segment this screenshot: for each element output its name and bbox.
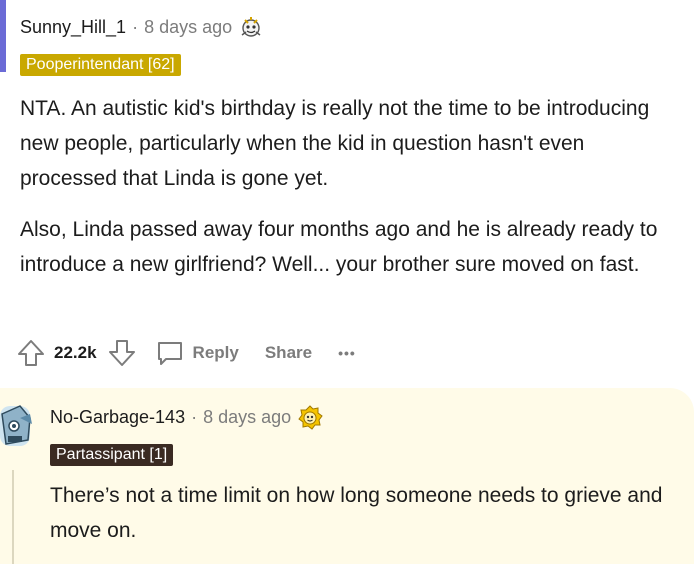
comment-1: Sunny_Hill_1 · 8 days ago Pooperintendan… — [20, 14, 680, 76]
comment-bubble-icon — [155, 339, 185, 367]
author-name[interactable]: Sunny_Hill_1 — [20, 15, 126, 39]
comment-meta: No-Garbage-143 · 8 days ago — [50, 404, 670, 430]
meta-separator: · — [191, 407, 198, 427]
comment-meta: Sunny_Hill_1 · 8 days ago — [20, 14, 680, 40]
thread-line[interactable] — [12, 470, 14, 564]
share-button[interactable]: Share — [257, 343, 312, 363]
meta-separator: · — [132, 17, 139, 37]
comment-time[interactable]: 8 days ago — [144, 15, 232, 39]
share-label: Share — [264, 343, 313, 362]
comment-time[interactable]: 8 days ago — [203, 405, 291, 429]
award-icon[interactable] — [297, 404, 323, 430]
comment-paragraph: NTA. An autistic kid's birthday is reall… — [20, 97, 650, 190]
avatar-partial — [0, 0, 6, 72]
comment-paragraph: There’s not a time limit on how long som… — [50, 484, 663, 542]
downvote-icon[interactable] — [107, 338, 137, 368]
comment-1-body: NTA. An autistic kid's birthday is reall… — [20, 91, 680, 282]
comment-paragraph: Also, Linda passed away four months ago … — [20, 218, 658, 276]
award-icon[interactable] — [238, 14, 264, 40]
more-options-button[interactable]: ••• — [330, 345, 356, 361]
comment-2: No-Garbage-143 · 8 days ago Partassipant… — [50, 404, 670, 466]
reply-label: Reply — [192, 343, 239, 362]
comment-2-body: There’s not a time limit on how long som… — [50, 478, 670, 548]
vote-count: 22.2k — [54, 343, 97, 362]
avatar[interactable] — [0, 396, 40, 456]
more-icon: ••• — [338, 345, 356, 361]
user-flair: Pooperintendant [62] — [20, 54, 181, 76]
upvote-icon[interactable] — [16, 338, 46, 368]
comment-actions: 22.2k Reply Share ••• — [16, 338, 356, 368]
reply-button[interactable]: Reply — [155, 339, 239, 367]
user-flair: Partassipant [1] — [50, 444, 174, 466]
author-name[interactable]: No-Garbage-143 — [50, 405, 185, 429]
